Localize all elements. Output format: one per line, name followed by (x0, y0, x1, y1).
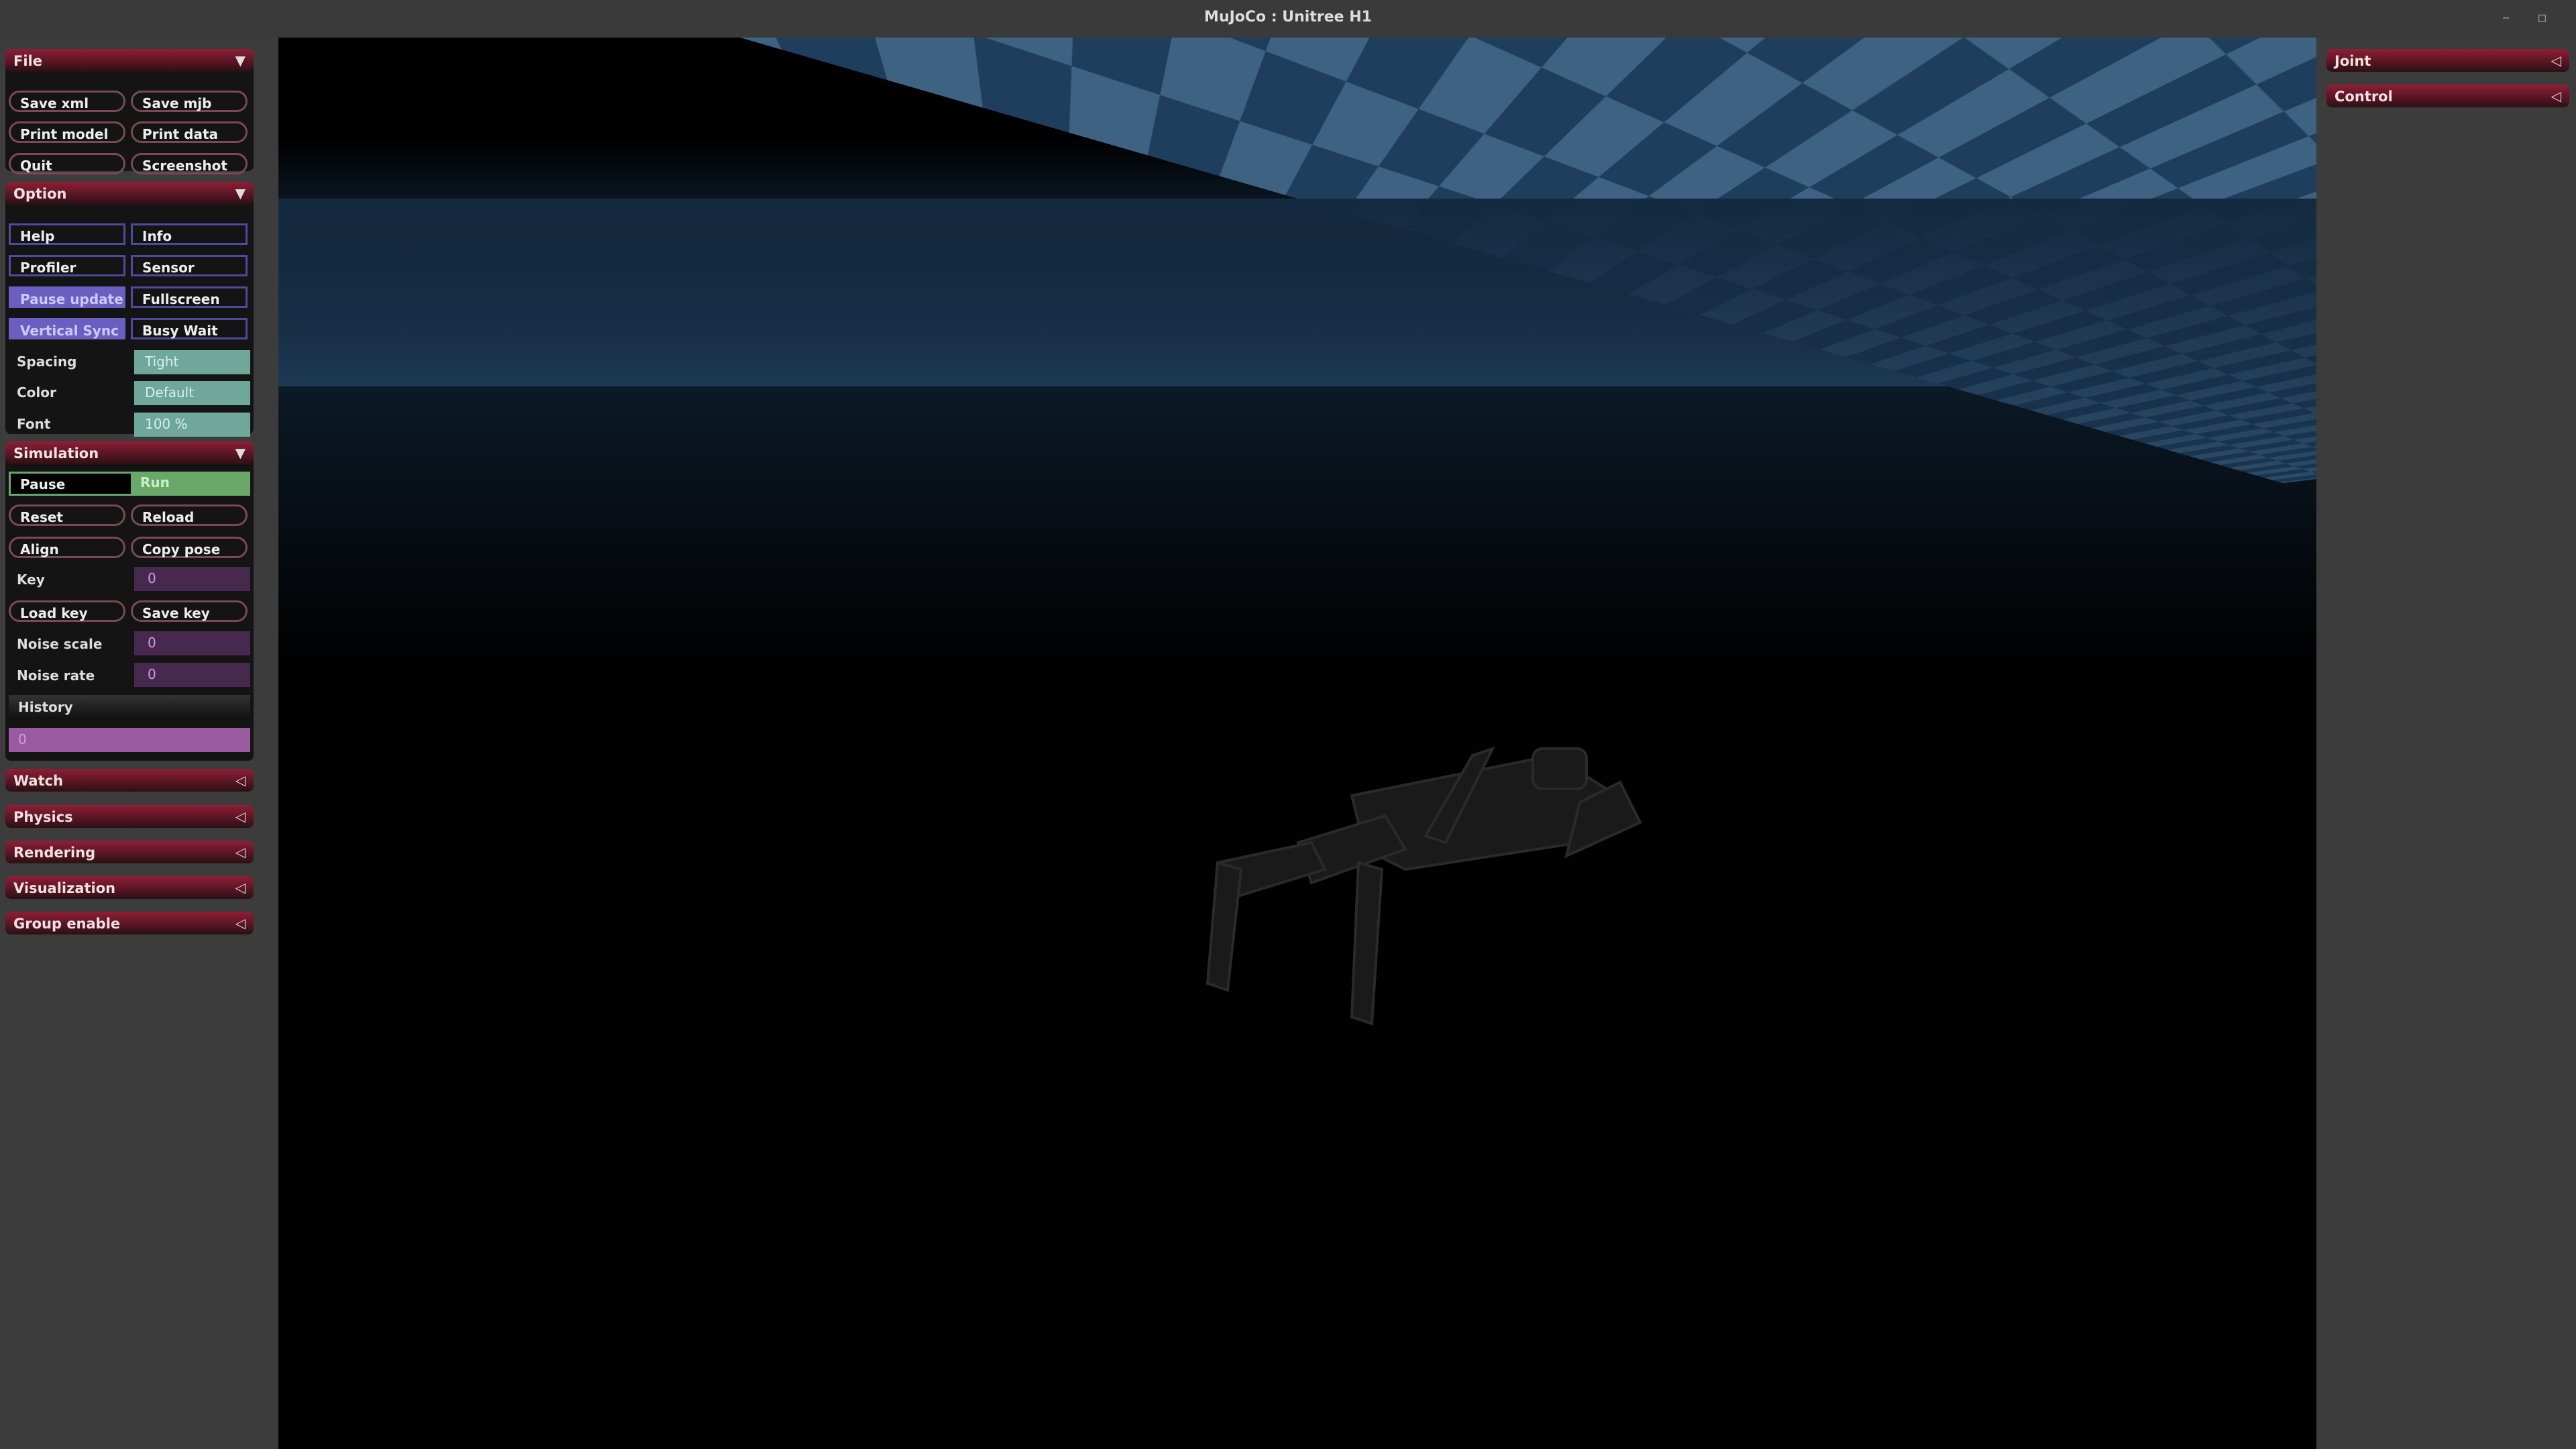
collapse-arrow-icon[interactable]: ◁ (235, 879, 246, 896)
option-section-header-label: Option (13, 186, 67, 202)
file-section-header-label: File (13, 53, 42, 69)
load-key-button[interactable]: Load key (9, 600, 125, 622)
collapse-arrow-icon[interactable]: ◁ (2551, 52, 2561, 68)
title-bar: MuJoCo : Unitree H1 – ▫ (0, 0, 2576, 38)
section-joint-label: Joint (2334, 53, 2371, 69)
toggle-profiler[interactable]: Profiler (9, 255, 125, 276)
section-rendering-label: Rendering (13, 845, 96, 861)
toggle-info[interactable]: Info (131, 223, 248, 245)
chevron-down-icon[interactable]: ▼ (235, 52, 246, 68)
history-slider[interactable]: 0 (9, 728, 250, 752)
copy-pose-button[interactable]: Copy pose (131, 537, 248, 558)
color-label: Color (17, 384, 56, 400)
section-visualization-label: Visualization (13, 880, 116, 896)
collapse-arrow-icon[interactable]: ◁ (235, 808, 246, 824)
font-label: Font (17, 416, 51, 432)
font-select[interactable]: 100 % (134, 413, 250, 437)
section-physics-label: Physics (13, 809, 73, 825)
noise-scale-label: Noise scale (17, 636, 103, 652)
window-title: MuJoCo : Unitree H1 (1204, 9, 1372, 25)
print-data-button[interactable]: Print data (131, 121, 248, 143)
run-button[interactable]: Run (131, 472, 250, 496)
section-control[interactable]: Control ◁ (2326, 85, 2569, 107)
section-control-label: Control (2334, 89, 2393, 105)
section-rendering[interactable]: Rendering ◁ (5, 841, 254, 863)
option-section-header[interactable]: Option ▼ (5, 182, 254, 205)
robot-model (1205, 746, 1642, 1026)
section-physics[interactable]: Physics ◁ (5, 805, 254, 828)
file-section-header[interactable]: File ▼ (5, 49, 254, 72)
save-xml-button[interactable]: Save xml (9, 91, 125, 112)
section-group-enable-label: Group enable (13, 916, 121, 932)
save-mjb-button[interactable]: Save mjb (131, 91, 248, 112)
section-watch[interactable]: Watch ◁ (5, 769, 254, 792)
color-select[interactable]: Default (134, 381, 250, 405)
toggle-vertical-sync[interactable]: Vertical Sync (9, 318, 125, 339)
collapse-arrow-icon[interactable]: ◁ (235, 844, 246, 860)
section-group-enable[interactable]: Group enable ◁ (5, 912, 254, 934)
section-visualization[interactable]: Visualization ◁ (5, 876, 254, 899)
minimize-icon[interactable]: – (2502, 9, 2510, 26)
align-button[interactable]: Align (9, 537, 125, 558)
collapse-arrow-icon[interactable]: ◁ (235, 915, 246, 931)
toggle-fullscreen[interactable]: Fullscreen (131, 286, 248, 308)
section-joint[interactable]: Joint ◁ (2326, 49, 2569, 72)
noise-rate-label: Noise rate (17, 667, 95, 684)
maximize-icon[interactable]: ▫ (2537, 9, 2547, 26)
key-input[interactable]: 0 (134, 567, 250, 591)
pause-button[interactable]: Pause (9, 472, 131, 496)
reload-button[interactable]: Reload (131, 504, 248, 526)
3d-viewport[interactable] (278, 38, 2316, 1449)
print-model-button[interactable]: Print model (9, 121, 125, 143)
toggle-sensor[interactable]: Sensor (131, 255, 248, 276)
noise-rate-input[interactable]: 0 (134, 663, 250, 687)
noise-scale-input[interactable]: 0 (134, 631, 250, 655)
key-label: Key (17, 572, 45, 588)
toggle-help[interactable]: Help (9, 223, 125, 245)
horizon-fog (278, 199, 2316, 668)
simulation-section-header-label: Simulation (13, 445, 99, 462)
quit-button[interactable]: Quit (9, 153, 125, 174)
chevron-down-icon[interactable]: ▼ (235, 185, 246, 201)
screenshot-button[interactable]: Screenshot (131, 153, 248, 174)
spacing-label: Spacing (17, 354, 77, 370)
collapse-arrow-icon[interactable]: ◁ (2551, 88, 2561, 104)
simulation-section-header[interactable]: Simulation ▼ (5, 441, 254, 464)
reset-button[interactable]: Reset (9, 504, 125, 526)
section-watch-label: Watch (13, 773, 64, 789)
toggle-pause-update[interactable]: Pause update (9, 286, 125, 308)
save-key-button[interactable]: Save key (131, 600, 248, 622)
chevron-down-icon[interactable]: ▼ (235, 445, 246, 461)
toggle-busy-wait[interactable]: Busy Wait (131, 318, 248, 339)
spacing-select[interactable]: Tight (134, 350, 250, 374)
collapse-arrow-icon[interactable]: ◁ (235, 772, 246, 788)
history-header: History (9, 695, 250, 719)
